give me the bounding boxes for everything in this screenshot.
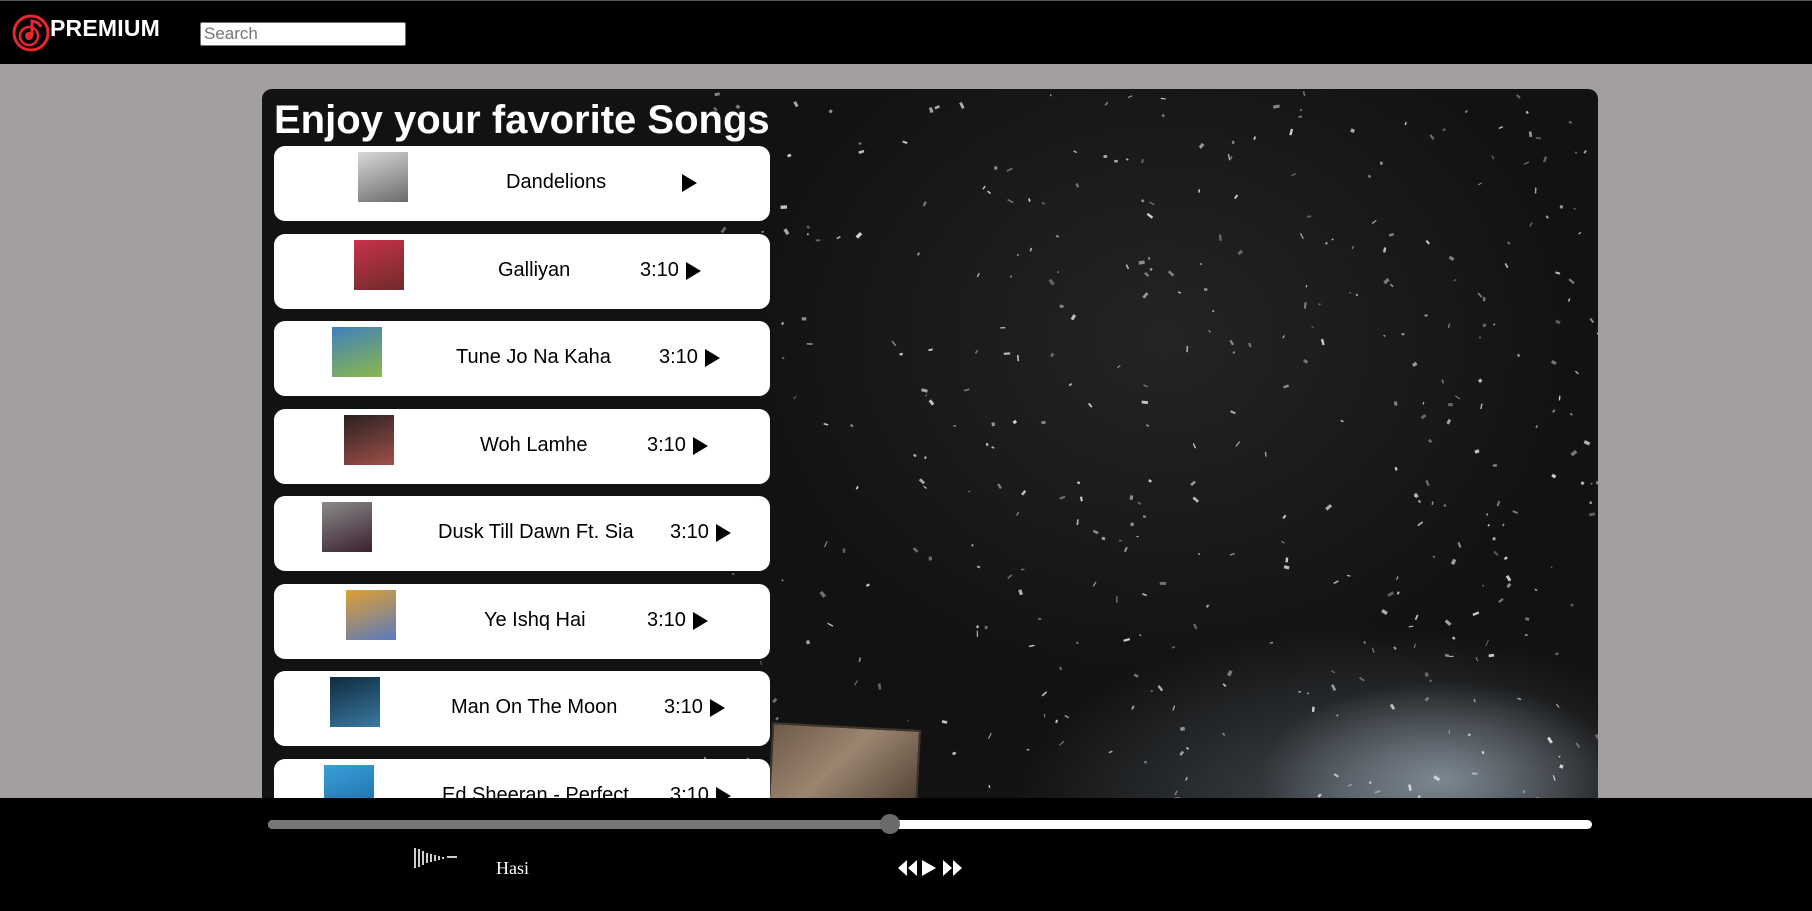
song-item[interactable]: Galliyan 3:10 [274,234,770,309]
song-item[interactable]: Woh Lamhe 3:10 [274,409,770,484]
now-playing-title: Hasi [496,858,529,878]
backward-icon[interactable] [897,859,919,877]
progress-bar[interactable] [268,814,1592,834]
progress-handle[interactable] [880,814,901,834]
song-name: Man On The Moon [451,696,618,718]
song-duration: 3:10 [664,696,703,718]
player-bar: Hasi [0,798,1812,911]
song-item[interactable]: Dandelions [274,146,770,221]
song-duration: 3:10 [647,434,686,456]
song-cover-image [354,240,404,290]
song-cover-image [332,327,382,377]
forward-icon[interactable] [941,859,963,877]
song-duration: 3:10 [647,609,686,631]
play-icon[interactable] [693,437,708,455]
song-duration: 3:10 [640,259,679,281]
song-cover-image [344,415,394,465]
song-item[interactable]: Tune Jo Na Kaha 3:10 [274,321,770,396]
brand-name[interactable]: PREMIUM [50,15,160,42]
progress-fill [268,820,891,829]
song-item[interactable]: Ye Ishq Hai 3:10 [274,584,770,659]
play-icon[interactable] [686,262,701,280]
song-name: Dusk Till Dawn Ft. Sia [438,521,634,543]
top-navbar: PREMIUM [0,0,1812,64]
song-name: Woh Lamhe [480,434,588,456]
song-showcase-panel: Enjoy your favorite Songs Dandelions Gall… [262,89,1598,849]
song-cover-image [346,590,396,640]
song-name: Tune Jo Na Kaha [456,346,611,368]
song-cover-image [358,152,408,202]
song-cover-image [322,502,372,552]
play-icon[interactable] [710,699,725,717]
song-name: Ye Ishq Hai [484,609,586,631]
play-icon[interactable] [705,349,720,367]
play-icon[interactable] [920,859,938,877]
music-note-logo-icon[interactable] [12,14,50,52]
song-cover-image [330,677,380,727]
song-duration: 3:10 [659,346,698,368]
search-input[interactable] [200,22,406,46]
play-icon[interactable] [716,524,731,542]
song-name: Dandelions [506,171,607,193]
song-name: Galliyan [498,259,571,281]
page-title: Enjoy your favorite Songs [274,98,770,142]
waveform-icon [414,848,457,868]
play-icon[interactable] [693,612,708,630]
song-duration: 3:10 [670,521,709,543]
song-item[interactable]: Man On The Moon 3:10 [274,671,770,746]
song-item[interactable]: Dusk Till Dawn Ft. Sia 3:10 [274,496,770,571]
play-icon[interactable] [682,174,697,192]
